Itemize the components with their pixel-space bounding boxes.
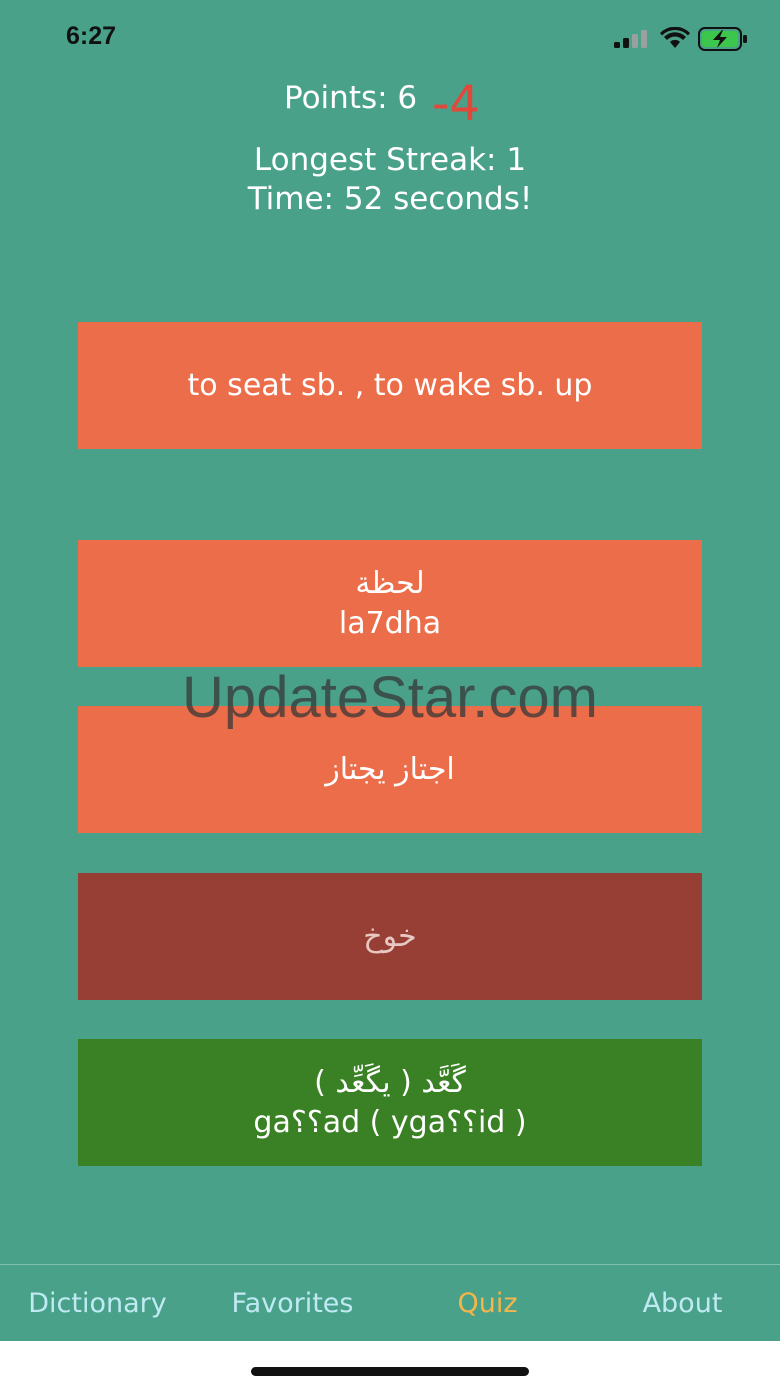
status-bar: 6:27 (0, 0, 780, 76)
answer-option-arabic: لحظة (355, 565, 425, 601)
home-indicator[interactable] (251, 1367, 529, 1376)
answer-option-arabic: خوخ (363, 918, 417, 954)
home-indicator-area (0, 1341, 780, 1387)
tab-about[interactable]: About (585, 1265, 780, 1341)
tab-quiz[interactable]: Quiz (390, 1265, 585, 1341)
answer-option-transliteration: ga؟؟ad ( yga؟؟id ) (253, 1104, 527, 1140)
answer-option-transliteration: la7dha (338, 605, 442, 641)
answer-option-arabic: اجتاز يجتاز (325, 751, 455, 787)
battery-charging-icon (698, 27, 747, 51)
status-time: 6:27 (66, 22, 117, 50)
quiz-prompt-card: to seat sb. , to wake sb. up (78, 322, 702, 449)
elapsed-time: Time: 52 seconds! (247, 181, 533, 217)
answer-option-4-correct[interactable]: گَعَّد ( يگَعِّد ) ga؟؟ad ( yga؟؟id ) (78, 1039, 702, 1166)
answer-option-2[interactable]: اجتاز يجتاز (78, 706, 702, 833)
answer-option-arabic: گَعَّد ( يگَعِّد ) (314, 1064, 466, 1100)
cellular-signal-icon (614, 30, 647, 48)
points-delta: -4 (432, 76, 480, 132)
points-label: Points: 6 (284, 80, 418, 116)
tab-dictionary[interactable]: Dictionary (0, 1265, 195, 1341)
wifi-icon (660, 27, 690, 48)
longest-streak: Longest Streak: 1 (253, 142, 527, 178)
tab-favorites[interactable]: Favorites (195, 1265, 390, 1341)
answer-option-1[interactable]: لحظة la7dha (78, 540, 702, 667)
answer-option-3-wrong[interactable]: خوخ (78, 873, 702, 1000)
points-row: Points: 6 -4 (0, 78, 780, 128)
quiz-prompt-text: to seat sb. , to wake sb. up (187, 367, 593, 403)
tab-bar: Dictionary Favorites Quiz About (0, 1264, 780, 1341)
